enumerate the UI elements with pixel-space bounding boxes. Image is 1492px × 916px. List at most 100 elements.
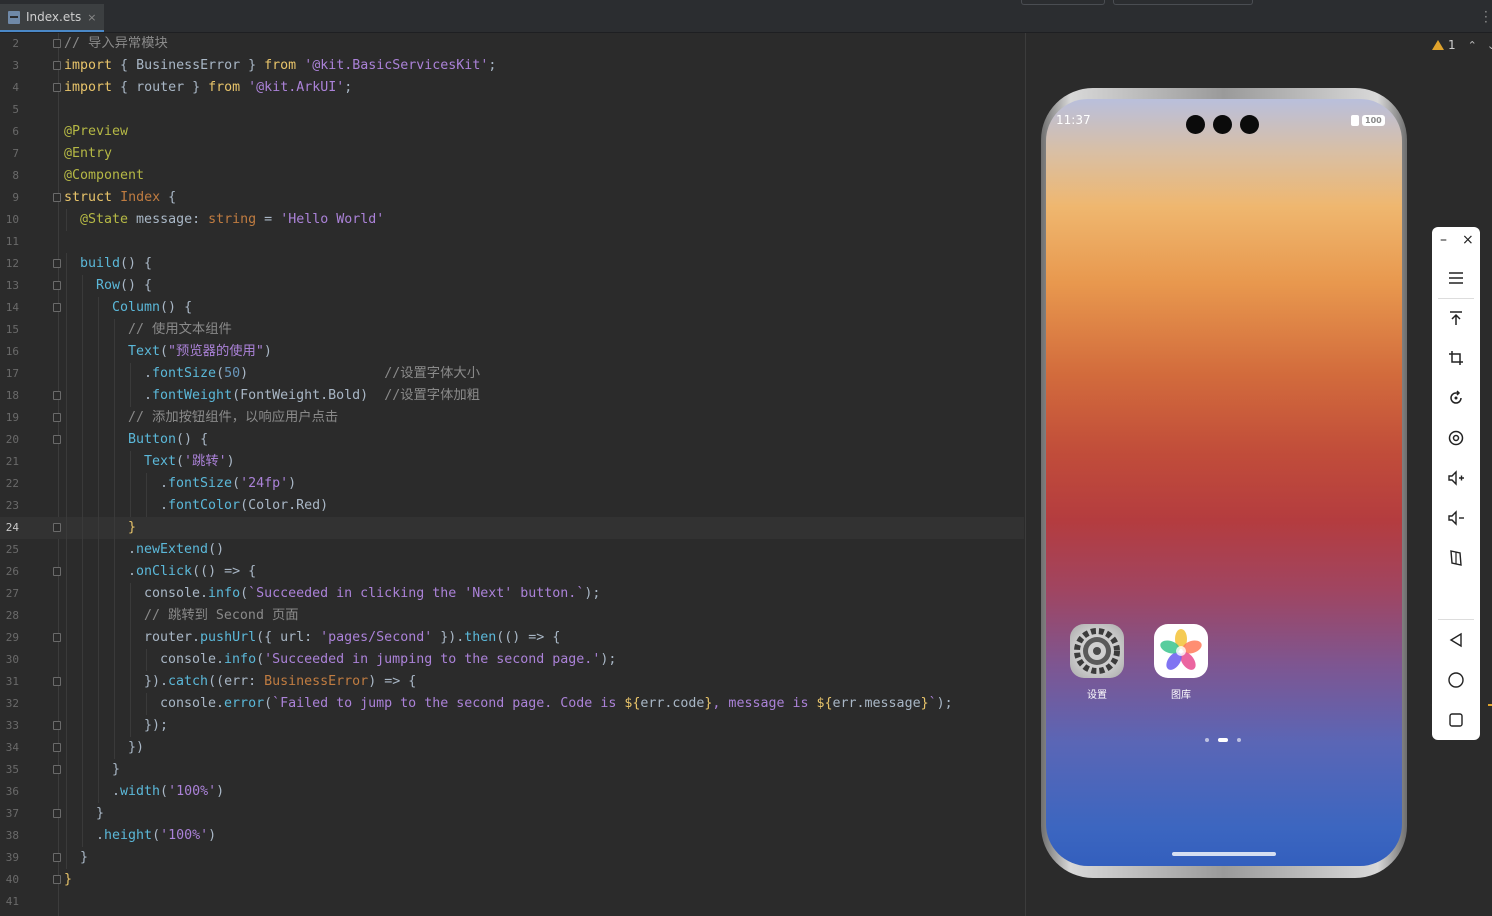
home-indicator[interactable] [1172,852,1276,856]
fold-marker-icon[interactable] [53,677,61,686]
code-line[interactable]: 18 .fontWeight(FontWeight.Bold) //设置字体加粗 [0,385,1024,407]
crop-icon[interactable] [1432,338,1480,378]
app-settings[interactable]: 设置 [1067,624,1127,701]
code-line[interactable]: 14 Column() { [0,297,1024,319]
code-line[interactable]: 7 @Entry [0,143,1024,165]
volume-down-icon[interactable] [1432,498,1480,538]
chevron-down-icon[interactable]: ⌄ [1487,39,1492,52]
code-line[interactable]: 2 // 导入异常模块 [0,33,1024,55]
toolbar-button-left[interactable] [1021,0,1105,5]
fold-marker-icon[interactable] [53,633,61,642]
code-line[interactable]: 37} [0,803,1024,825]
indent-guide [146,693,147,715]
recents-icon[interactable] [1432,700,1480,740]
code-line[interactable]: 32 console.error(`Failed to jump to the s… [0,693,1024,715]
code-line[interactable]: 24} [0,517,1024,539]
inspection-widget[interactable]: 1 ⌃ ⌄ [1432,38,1492,52]
code-line[interactable]: 6 @Preview [0,121,1024,143]
indent-guide [82,693,83,715]
code-line[interactable]: 19 // 添加按钮组件，以响应用户点击 [0,407,1024,429]
code-line[interactable]: 26 .onClick(() => { [0,561,1024,583]
camera-icon [1213,115,1232,134]
code-line[interactable]: 15 // 使用文本组件 [0,319,1024,341]
code-line[interactable]: 8 @Component [0,165,1024,187]
fold-icon[interactable] [1432,538,1480,578]
code-line[interactable]: 16 Text("预览器的使用") [0,341,1024,363]
code-editor[interactable]: 2 // 导入异常模块 3 import { BusinessError } from… [0,33,1024,916]
code-line[interactable]: 5 [0,99,1024,121]
indent-guide [82,451,83,473]
fold-marker-icon[interactable] [53,435,61,444]
fold-marker-icon[interactable] [53,281,61,290]
code-line[interactable]: 39} [0,847,1024,869]
code-line[interactable]: 9 struct Index { [0,187,1024,209]
page-dot[interactable] [1205,738,1209,742]
code-line[interactable]: 29 router.pushUrl({ url: 'pages/Second' }… [0,627,1024,649]
screenshot-icon[interactable] [1432,418,1480,458]
code-line[interactable]: 33}); [0,715,1024,737]
code-line[interactable]: 35} [0,759,1024,781]
indent-guide [130,385,131,407]
code-line[interactable]: 10 @State message: string = 'Hello World' [0,209,1024,231]
home-icon[interactable] [1432,660,1480,700]
indent-guide [130,495,131,517]
fold-marker-icon[interactable] [53,567,61,576]
fold-marker-icon[interactable] [53,193,61,202]
code-line[interactable]: 21 Text('跳转') [0,451,1024,473]
fold-marker-icon[interactable] [53,413,61,422]
code-line[interactable]: 20 Button() { [0,429,1024,451]
code-line[interactable]: 30 console.info('Succeeded in jumping to … [0,649,1024,671]
device-screen[interactable]: 11:37 100 设置 图库 [1046,99,1402,866]
more-options-icon[interactable]: · · · [1484,6,1488,28]
code-line[interactable]: 25 .newExtend() [0,539,1024,561]
fold-marker-icon[interactable] [53,743,61,752]
code-line[interactable]: 4 import { router } from '@kit.ArkUI'; [0,77,1024,99]
fold-marker-icon[interactable] [53,875,61,884]
code-line[interactable]: 36 .width('100%') [0,781,1024,803]
code-line[interactable]: 41 [0,891,1024,913]
code-line[interactable]: 3 import { BusinessError } from '@kit.Bas… [0,55,1024,77]
menu-icon[interactable] [1432,258,1480,298]
code-line[interactable]: 23 .fontColor(Color.Red) [0,495,1024,517]
tab-index-ets[interactable]: Index.ets × [0,4,104,32]
code-line[interactable]: 12 build() { [0,253,1024,275]
close-icon[interactable]: × [87,11,96,24]
fold-marker-icon[interactable] [53,809,61,818]
code-line[interactable]: 28 // 跳转到 Second 页面 [0,605,1024,627]
fold-marker-icon[interactable] [53,61,61,70]
fold-marker-icon[interactable] [53,83,61,92]
pin-top-icon[interactable] [1432,298,1480,338]
code-text: import { BusinessError } from '@kit.Basi… [64,58,497,73]
code-line[interactable]: 13 Row() { [0,275,1024,297]
code-line[interactable]: 27 console.info(`Succeeded in clicking th… [0,583,1024,605]
app-gallery[interactable]: 图库 [1151,624,1211,701]
warning-count: 1 [1448,38,1456,52]
chevron-up-icon[interactable]: ⌃ [1468,39,1477,52]
back-icon[interactable] [1432,620,1480,660]
code-line[interactable]: 40} [0,869,1024,891]
fold-marker-icon[interactable] [53,39,61,48]
fold-marker-icon[interactable] [53,391,61,400]
rotate-icon[interactable] [1432,378,1480,418]
code-line[interactable]: 17 .fontSize(50) //设置字体大小 [0,363,1024,385]
fold-marker-icon[interactable] [53,303,61,312]
code-line[interactable]: 31}).catch((err: BusinessError) => { [0,671,1024,693]
code-line[interactable]: 34}) [0,737,1024,759]
fold-marker-icon[interactable] [53,853,61,862]
code-line[interactable]: 11 [0,231,1024,253]
minimize-icon[interactable]: – [1440,232,1447,248]
toolbar-button-right[interactable] [1113,0,1253,5]
page-dot-active[interactable] [1218,738,1228,742]
indent-guide [114,539,115,561]
code-line[interactable]: 22 .fontSize('24fp') [0,473,1024,495]
fold-marker-icon[interactable] [53,721,61,730]
fold-marker-icon[interactable] [53,765,61,774]
fold-marker-icon[interactable] [53,259,61,268]
code-text: // 添加按钮组件，以响应用户点击 [128,410,339,425]
volume-up-icon[interactable] [1432,458,1480,498]
page-dot[interactable] [1237,738,1241,742]
close-icon[interactable]: × [1462,232,1474,248]
indent-guide [82,561,83,583]
code-line[interactable]: 38 .height('100%') [0,825,1024,847]
fold-marker-icon[interactable] [53,523,61,532]
